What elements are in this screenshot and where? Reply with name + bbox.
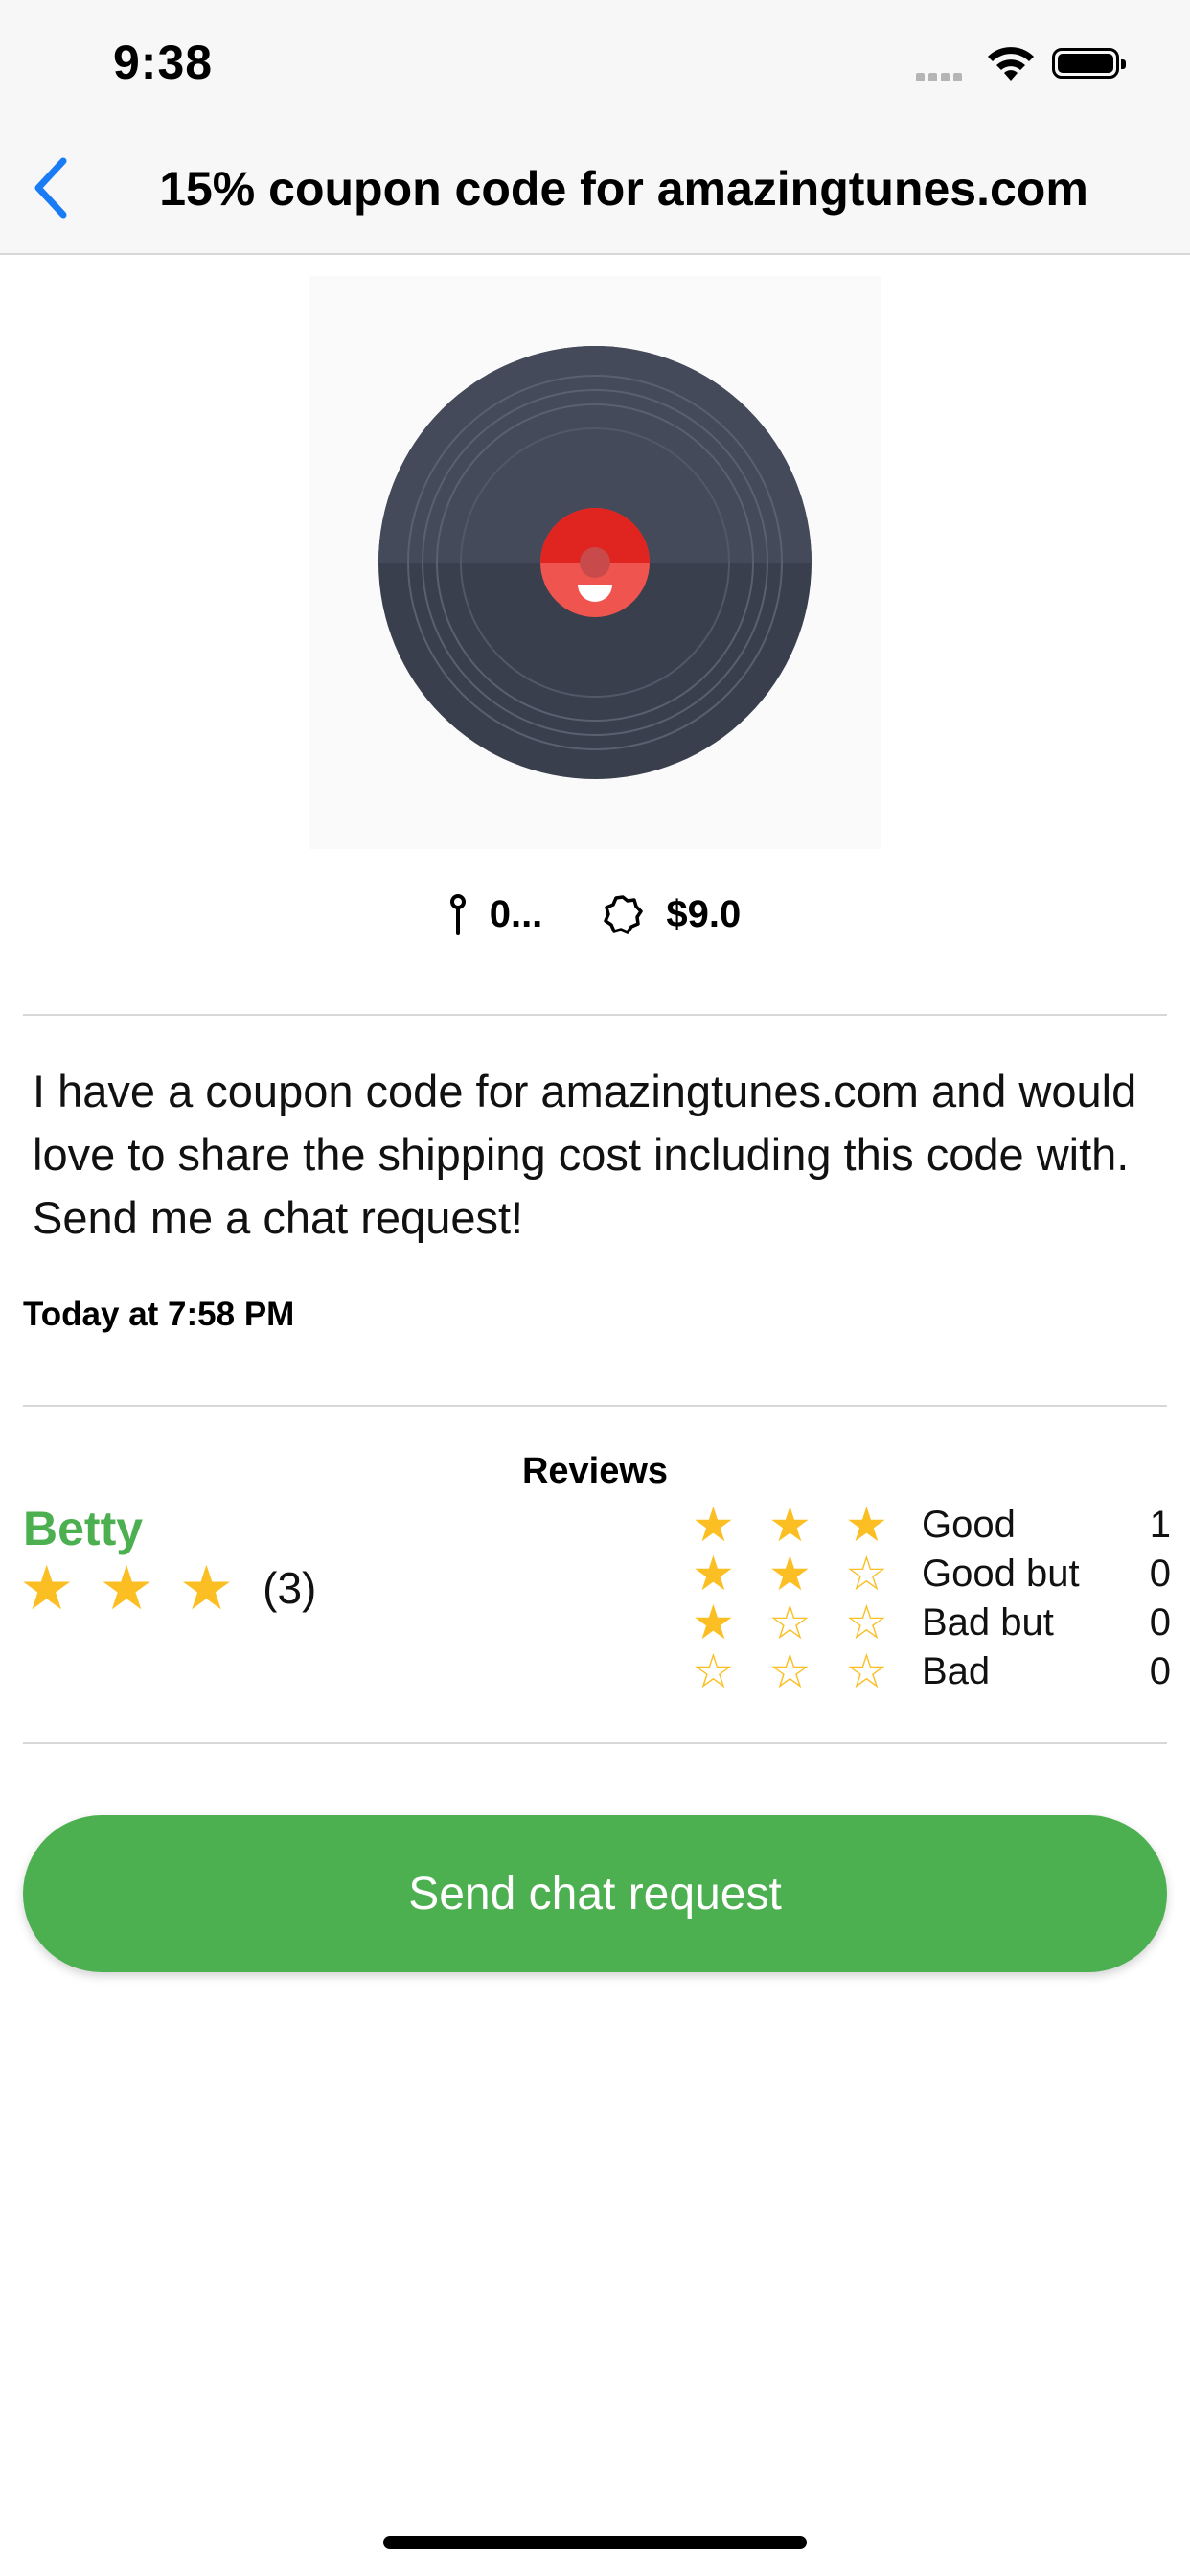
rating-row-good-but: ★ ★ ☆ Good but 0 bbox=[692, 1550, 1171, 1598]
star-icon: ★ bbox=[99, 1553, 154, 1622]
rating-row-bad: ☆ ☆ ☆ Bad 0 bbox=[692, 1647, 1171, 1696]
star-outline-icon: ☆ bbox=[768, 1644, 812, 1698]
rating-stars: ★ ★ ★ bbox=[692, 1501, 922, 1550]
rating-label: Bad bbox=[922, 1650, 991, 1692]
rating-count: 0 bbox=[1149, 1552, 1171, 1595]
star-icon: ★ bbox=[692, 1498, 735, 1552]
location-pin-icon bbox=[449, 894, 466, 936]
star-outline-icon: ☆ bbox=[845, 1547, 888, 1600]
star-outline-icon: ☆ bbox=[845, 1596, 888, 1649]
posted-date: Today at 7:58 PM bbox=[23, 1296, 295, 1333]
battery-icon bbox=[1052, 48, 1126, 79]
send-chat-request-button[interactable]: Send chat request bbox=[23, 1815, 1167, 1972]
page-title: 15% coupon code for amazingtunes.com bbox=[159, 162, 1088, 216]
distance-info: 0... bbox=[449, 892, 543, 936]
navigation-bar: 9:38 15% coupon code for amazingtunes.co… bbox=[0, 0, 1190, 255]
rating-label: Good bbox=[922, 1504, 1016, 1546]
star-outline-icon: ☆ bbox=[845, 1644, 888, 1698]
price-value: $9.0 bbox=[666, 892, 742, 935]
rating-row-good: ★ ★ ★ Good 1 bbox=[692, 1501, 1171, 1550]
star-icon: ★ bbox=[845, 1498, 888, 1552]
rating-count: 1 bbox=[1149, 1504, 1171, 1546]
divider bbox=[23, 1742, 1167, 1744]
rating-stars: ☆ ☆ ☆ bbox=[692, 1647, 922, 1696]
home-indicator[interactable] bbox=[383, 2536, 807, 2549]
distance-value: 0... bbox=[489, 892, 543, 935]
rating-stars: ★ ☆ ☆ bbox=[692, 1598, 922, 1647]
star-icon: ★ bbox=[19, 1553, 75, 1622]
star-icon: ★ bbox=[692, 1547, 735, 1600]
price-info: $9.0 bbox=[603, 893, 741, 936]
review-count: (3) bbox=[263, 1563, 317, 1613]
divider bbox=[23, 1405, 1167, 1407]
vinyl-record-icon bbox=[378, 346, 812, 779]
listing-description: I have a coupon code for amazingtunes.co… bbox=[33, 1066, 1137, 1243]
user-rating: ★ ★ ★ (3) bbox=[19, 1554, 316, 1622]
price-badge-icon bbox=[604, 895, 644, 935]
cellular-signal-icon bbox=[916, 69, 966, 86]
rating-breakdown: ★ ★ ★ Good 1 ★ ★ ☆ Good but 0 ★ ☆ ☆ Bad but 0 … bbox=[692, 1501, 1171, 1696]
rating-row-bad-but: ★ ☆ ☆ Bad but 0 bbox=[692, 1598, 1171, 1647]
back-chevron-icon[interactable] bbox=[33, 157, 71, 218]
user-name-link[interactable]: Betty bbox=[23, 1501, 143, 1556]
rating-count: 0 bbox=[1149, 1650, 1171, 1692]
status-time: 9:38 bbox=[113, 35, 214, 89]
divider bbox=[23, 1014, 1167, 1016]
star-outline-icon: ☆ bbox=[768, 1596, 812, 1649]
wifi-icon bbox=[988, 47, 1034, 80]
listing-meta: 0... $9.0 bbox=[0, 891, 1190, 949]
star-icon: ★ bbox=[178, 1553, 235, 1622]
rating-stars: ★ ★ ☆ bbox=[692, 1550, 922, 1598]
rating-label: Bad but bbox=[922, 1601, 1054, 1644]
listing-image bbox=[309, 276, 881, 849]
star-icon: ★ bbox=[768, 1547, 812, 1600]
star-icon: ★ bbox=[768, 1498, 812, 1552]
star-outline-icon: ☆ bbox=[692, 1644, 735, 1698]
rating-label: Good but bbox=[922, 1552, 1080, 1595]
reviews-heading: Reviews bbox=[521, 1451, 669, 1491]
rating-count: 0 bbox=[1149, 1601, 1171, 1644]
star-icon: ★ bbox=[692, 1596, 735, 1649]
